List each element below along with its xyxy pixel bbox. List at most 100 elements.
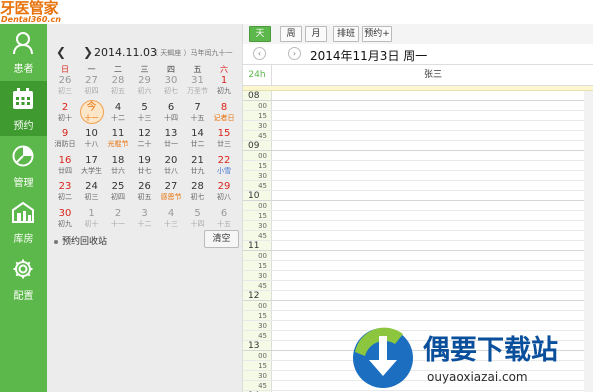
calendar-day[interactable]: 12 二十 [131, 127, 159, 154]
sidebar: 患者 预约 管理 库房 配置 [0, 24, 47, 392]
calendar-day[interactable]: 2 十一 [104, 207, 132, 234]
lunar-label: 初五 [111, 87, 125, 95]
hour-row[interactable]: 12 [243, 291, 593, 301]
sidebar-item-patients[interactable]: 患者 [0, 24, 47, 79]
calendar-day[interactable]: 15 廿三 [210, 127, 238, 154]
new-booking-button[interactable]: 预约+ [362, 26, 392, 42]
sidebar-item-management[interactable]: 管理 [0, 138, 47, 193]
time-slot-row[interactable]: 30 [243, 221, 593, 231]
calendar-day[interactable]: 1 初九 [210, 74, 238, 101]
time-slot-row[interactable]: 00 [243, 251, 593, 261]
tab-week[interactable]: 周 [280, 26, 302, 42]
calendar-day[interactable]: 22 小雪 [210, 154, 238, 181]
day-number: 29 [217, 181, 231, 192]
time-slot-row[interactable]: 00 [243, 201, 593, 211]
calendar-day[interactable]: 4 十二 [104, 101, 132, 128]
calendar-day[interactable]: 30 初九 [51, 207, 79, 234]
time-slot-row[interactable]: 15 [243, 211, 593, 221]
calendar-day[interactable]: 23 初二 [51, 180, 79, 207]
prev-day-button[interactable]: ‹ [253, 47, 266, 60]
time-label: 30 [258, 172, 267, 180]
date-navigation: ‹ › 2014年11月3日 周一 [243, 44, 593, 64]
time-slot-row[interactable]: 30 [243, 121, 593, 131]
calendar-day[interactable]: 11 光棍节 [104, 127, 132, 154]
time-slot-row[interactable]: 45 [243, 281, 593, 291]
time-slot-row[interactable]: 45 [243, 131, 593, 141]
time-slot-row[interactable]: 15 [243, 161, 593, 171]
calendar-day[interactable]: 8 记者日 [210, 101, 238, 128]
next-month-arrow-icon[interactable]: ❯ [83, 45, 93, 59]
calendar-day[interactable]: 3 十二 [131, 207, 159, 234]
lunar-label: 十二 [111, 113, 125, 122]
time-slot-row[interactable]: 00 [243, 301, 593, 311]
time-label: 30 [258, 372, 267, 380]
calendar-day[interactable]: 26 初五 [131, 180, 159, 207]
clear-button[interactable]: 清空 [204, 230, 239, 248]
24h-toggle[interactable]: 24h [243, 65, 272, 85]
calendar-day[interactable]: 26 初三 [51, 74, 79, 101]
day-number: 5 [141, 101, 148, 113]
calendar-day[interactable]: 17 大学生 [78, 154, 106, 181]
calendar-day[interactable]: 31 万圣节 [184, 74, 212, 101]
calendar-day[interactable]: 27 初四 [78, 74, 106, 101]
calendar-day[interactable]: 18 廿六 [104, 154, 132, 181]
time-label: 30 [258, 322, 267, 330]
time-slot-row[interactable]: 15 [243, 111, 593, 121]
calendar-day[interactable]: 4 十三 [157, 207, 185, 234]
time-slot-row[interactable]: 30 [243, 171, 593, 181]
calendar-day[interactable]: 29 初六 [131, 74, 159, 101]
hour-row[interactable]: 11 [243, 241, 593, 251]
shift-button[interactable]: 排班 [333, 26, 359, 42]
calendar-day[interactable]: 5 十三 [131, 101, 159, 128]
calendar-day[interactable]: 7 十五 [184, 101, 212, 128]
sidebar-item-appointments[interactable]: 预约 [0, 81, 47, 136]
calendar-day[interactable]: 30 初七 [157, 74, 185, 101]
calendar-day[interactable]: 21 廿九 [184, 154, 212, 181]
calendar-day[interactable]: 9 消防日 [51, 127, 79, 154]
calendar-day[interactable]: 2 初十 [51, 101, 79, 128]
hour-row[interactable]: 08 [243, 91, 593, 101]
tab-month[interactable]: 月 [305, 26, 327, 42]
time-label: 45 [258, 332, 267, 340]
lunar-label: 十五 [217, 219, 231, 228]
calendar-day[interactable]: 28 初七 [184, 180, 212, 207]
prev-month-arrow-icon[interactable]: ❮ [56, 45, 66, 59]
sidebar-item-settings[interactable]: 配置 [0, 251, 47, 306]
calendar-day[interactable]: 16 廿四 [51, 154, 79, 181]
time-label: 45 [258, 132, 267, 140]
time-label: 15 [258, 262, 267, 270]
time-slot-row[interactable]: 45 [243, 231, 593, 241]
calendar-day[interactable]: 6 十四 [157, 101, 185, 128]
sidebar-item-label: 预约 [13, 121, 34, 132]
time-slot-row[interactable]: 30 [243, 271, 593, 281]
day-number: 16 [58, 154, 72, 166]
calendar-day[interactable]: 13 廿一 [157, 127, 185, 154]
calendar-day[interactable]: 24 初三 [78, 180, 106, 207]
lunar-label: 初二 [58, 193, 72, 201]
calendar-day[interactable]: 29 初八 [210, 180, 238, 207]
hour-row[interactable]: 09 [243, 141, 593, 151]
calendar-day[interactable]: 今十一 [78, 99, 106, 128]
appointment-recycle-bin[interactable]: 预约回收站 [54, 234, 107, 247]
calendar-day[interactable]: 19 廿七 [131, 154, 159, 181]
calendar-day[interactable]: 25 初四 [104, 180, 132, 207]
sidebar-item-warehouse[interactable]: 库房 [0, 194, 47, 249]
time-slot-row[interactable]: 00 [243, 101, 593, 111]
hour-row[interactable]: 10 [243, 191, 593, 201]
calendar-day[interactable]: 14 廿二 [184, 127, 212, 154]
day-number: 24 [85, 181, 98, 192]
day-number: 27 [164, 181, 178, 192]
calendar-day[interactable]: 28 初五 [104, 74, 132, 101]
mini-calendar-panel: ❮ ❯ 2014.11.03 （ 天蝎座 ）马年闰九十一 日一二三四五六 26 初… [47, 24, 242, 392]
calendar-day[interactable]: 20 廿八 [157, 154, 185, 181]
calendar-day[interactable]: 1 初十 [78, 207, 106, 234]
calendar-day[interactable]: 27 感恩节 [157, 180, 185, 207]
time-slot-row[interactable]: 45 [243, 181, 593, 191]
time-slot-row[interactable]: 15 [243, 261, 593, 271]
next-day-button[interactable]: › [288, 47, 301, 60]
time-slot-row[interactable]: 00 [243, 151, 593, 161]
tab-day[interactable]: 天 [249, 26, 271, 42]
calendar-day[interactable]: 10 十八 [78, 127, 106, 154]
day-number: 25 [111, 181, 125, 192]
lunar-label: 廿八 [164, 166, 178, 175]
